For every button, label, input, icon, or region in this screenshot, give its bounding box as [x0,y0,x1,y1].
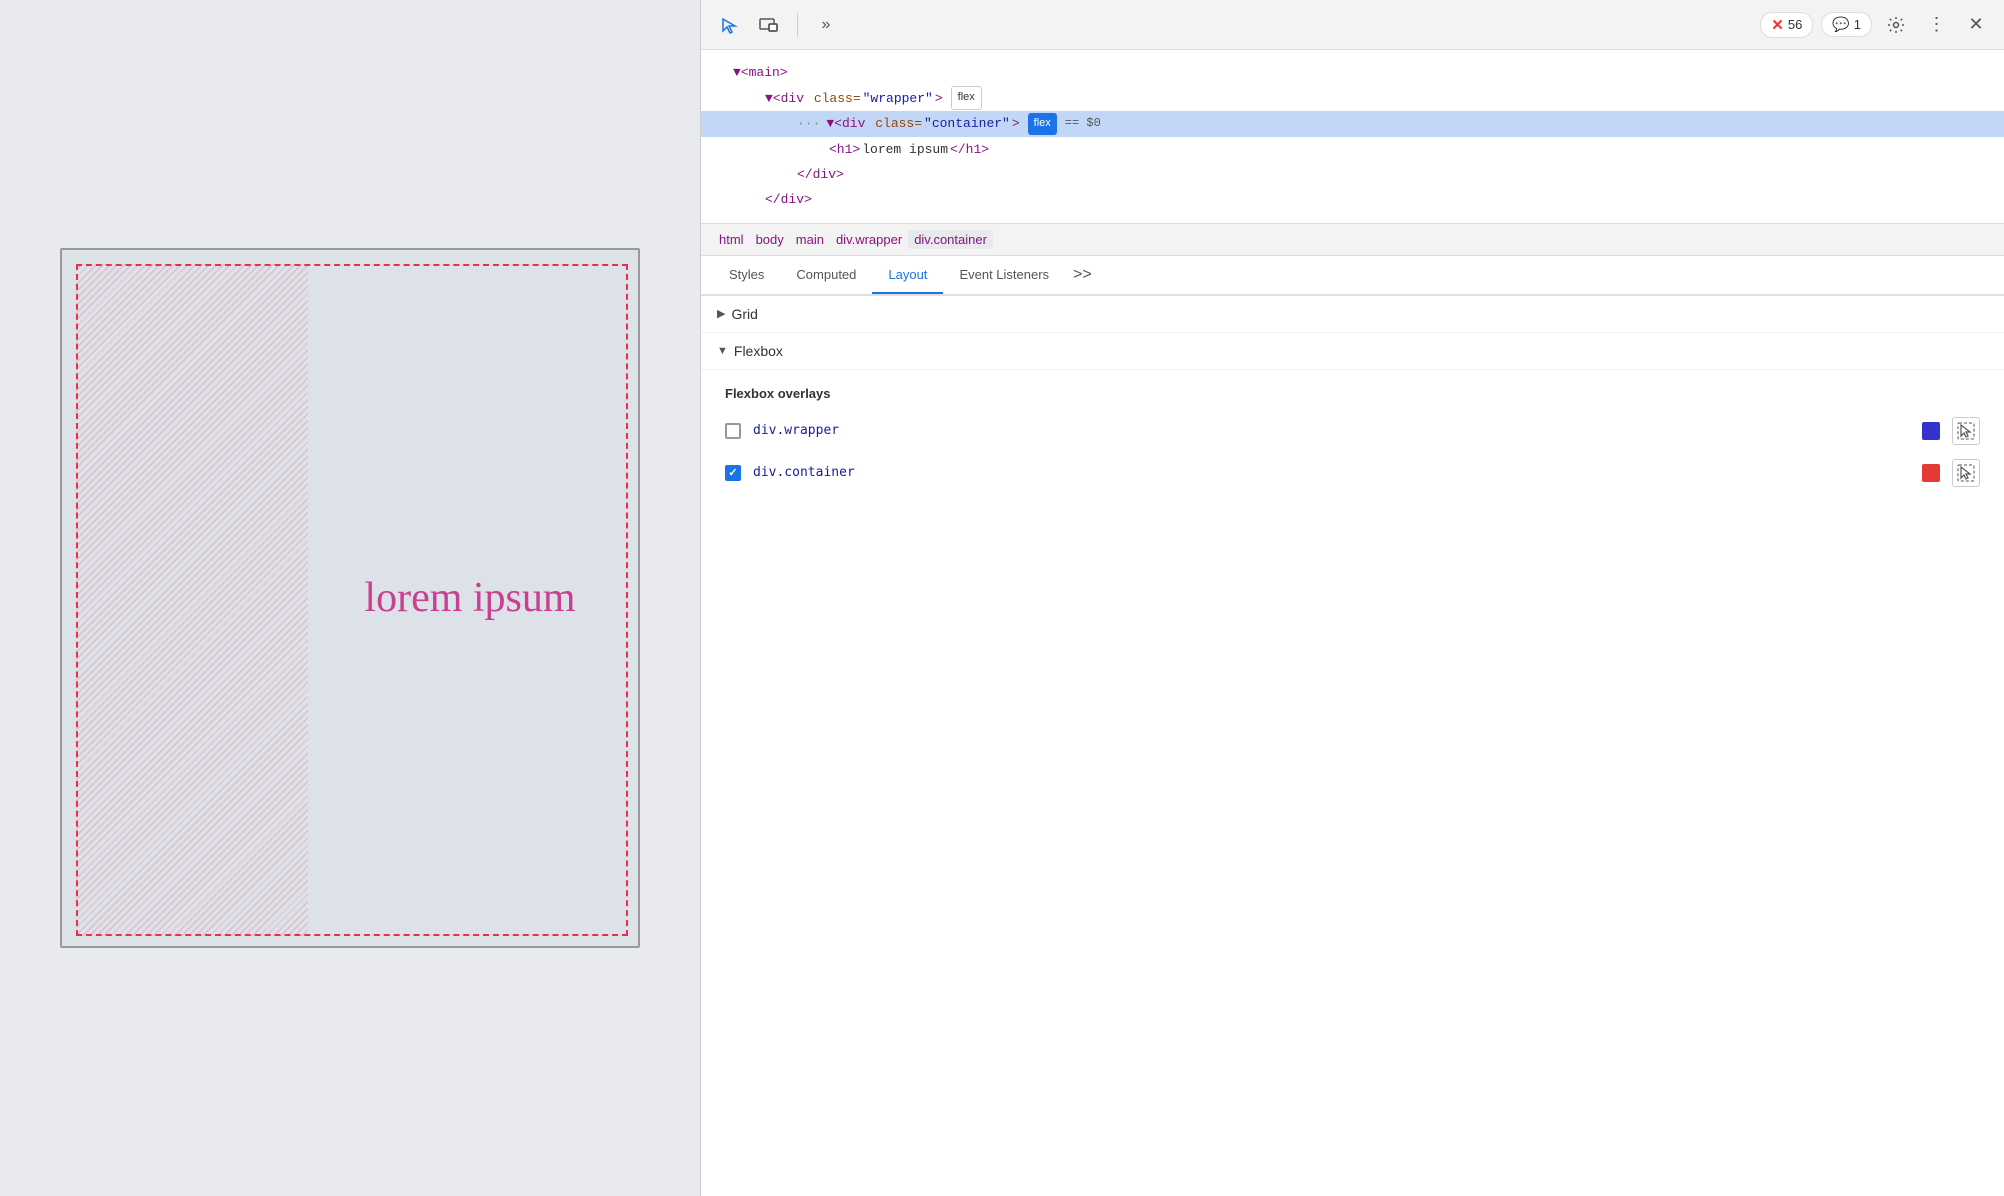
preview-panel: lorem ipsum [0,0,700,1196]
wrapper-cursor-icon [1957,422,1975,440]
dom-tag-h1-close: </h1> [950,138,989,161]
settings-button[interactable] [1880,9,1912,41]
error-badge[interactable]: ✕ 56 [1760,12,1813,38]
dom-tag-wrapper-close: > [935,87,943,110]
dom-tag-container-open: ▼<div [826,112,865,135]
grid-arrow-icon: ▶ [717,307,725,320]
dom-h1-text: lorem ipsum [862,138,948,161]
container-highlight-btn[interactable] [1952,459,1980,487]
breadcrumb-main[interactable]: main [790,230,830,249]
container-checkbox[interactable] [725,465,741,481]
tabs-more-button[interactable]: >> [1065,256,1100,294]
browser-viewport: lorem ipsum [60,248,640,948]
dom-tag-main: ▼<main> [733,61,788,84]
flexbox-section-title: Flexbox [734,343,783,359]
dollar-zero-label: == $0 [1065,113,1101,135]
wrapper-color-swatch[interactable] [1922,422,1940,440]
preview-text: lorem ipsum [322,574,618,622]
customize-button[interactable]: ⋮ [1920,9,1952,41]
tab-styles[interactable]: Styles [713,257,780,294]
dom-tag-wrapper-open: ▼<div [765,87,804,110]
more-tools-button[interactable]: » [810,9,842,41]
ellipsis-icon: ⋮ [1928,14,1945,35]
dom-attr-container-value: "container" [924,112,1010,135]
dom-line-main[interactable]: ▼<main> [701,60,2004,85]
message-count: 1 [1854,17,1861,32]
overlay-row-wrapper: div.wrapper [725,417,1980,445]
gear-icon [1887,16,1905,34]
flex-badge-wrapper: flex [951,86,982,110]
tab-layout[interactable]: Layout [872,257,943,294]
flexbox-content: Flexbox overlays div.wrapper div.contain… [701,370,2004,517]
close-icon: ✕ [1968,14,1983,35]
inspect-button[interactable] [713,9,745,41]
error-icon: ✕ [1771,16,1784,34]
breadcrumb-body[interactable]: body [750,230,790,249]
dom-line-h1[interactable]: <h1> lorem ipsum </h1> [701,137,2004,162]
close-button[interactable]: ✕ [1960,9,1992,41]
dom-attr-container-class: class= [867,112,922,135]
grid-section-header[interactable]: ▶ Grid [701,296,2004,333]
dom-tag-h1: <h1> [829,138,860,161]
dom-attr-wrapper-value: "wrapper" [863,87,933,110]
flex-badge-container: flex [1028,113,1057,135]
inspect-icon [719,15,739,35]
container-label: div.container [753,465,1910,480]
breadcrumb-bar: html body main div.wrapper div.container [701,224,2004,256]
container-cursor-icon [1957,464,1975,482]
message-icon: 💬 [1832,16,1849,33]
dom-line-div-close1[interactable]: </div> [701,162,2004,187]
grid-section-title: Grid [731,306,757,322]
dom-tag-container-gt: > [1012,112,1020,135]
tab-computed[interactable]: Computed [780,257,872,294]
devtools-toolbar: » ✕ 56 💬 1 ⋮ ✕ [701,0,2004,50]
breadcrumb-html[interactable]: html [713,230,750,249]
overlay-row-container: div.container [725,459,1980,487]
dom-close-div1: </div> [797,163,844,186]
message-badge[interactable]: 💬 1 [1821,12,1872,37]
breadcrumb-divwrapper[interactable]: div.wrapper [830,230,908,249]
error-count: 56 [1788,17,1802,32]
wrapper-label: div.wrapper [753,423,1910,438]
dom-tree: ▼<main> ▼<div class= "wrapper" > flex ··… [701,50,2004,224]
tab-event-listeners[interactable]: Event Listeners [943,257,1065,294]
dom-attr-class: class= [806,87,861,110]
flexbox-arrow-icon: ▼ [717,345,728,357]
flexbox-section-header[interactable]: ▼ Flexbox [701,333,2004,370]
dom-close-div2: </div> [765,188,812,211]
tabs-bar: Styles Computed Layout Event Listeners >… [701,256,2004,296]
dom-line-div-close2[interactable]: </div> [701,187,2004,212]
dom-ellipsis: ··· [797,112,820,135]
wrapper-highlight-btn[interactable] [1952,417,1980,445]
chevron-right-icon: » [822,16,831,34]
responsive-icon [759,15,779,35]
container-color-swatch[interactable] [1922,464,1940,482]
toolbar-separator-1 [797,13,798,37]
dom-line-wrapper[interactable]: ▼<div class= "wrapper" > flex [701,85,2004,111]
breadcrumb-divcontainer[interactable]: div.container [908,230,993,249]
flexbox-overlays-label: Flexbox overlays [725,386,1980,401]
wrapper-checkbox[interactable] [725,423,741,439]
devtools-content: ▶ Grid ▼ Flexbox Flexbox overlays div.wr… [701,296,2004,1196]
responsive-button[interactable] [753,9,785,41]
dom-line-container[interactable]: ··· ▼<div class= "container" > flex == $… [701,111,2004,136]
devtools-panel: » ✕ 56 💬 1 ⋮ ✕ ▼<main> [700,0,2004,1196]
